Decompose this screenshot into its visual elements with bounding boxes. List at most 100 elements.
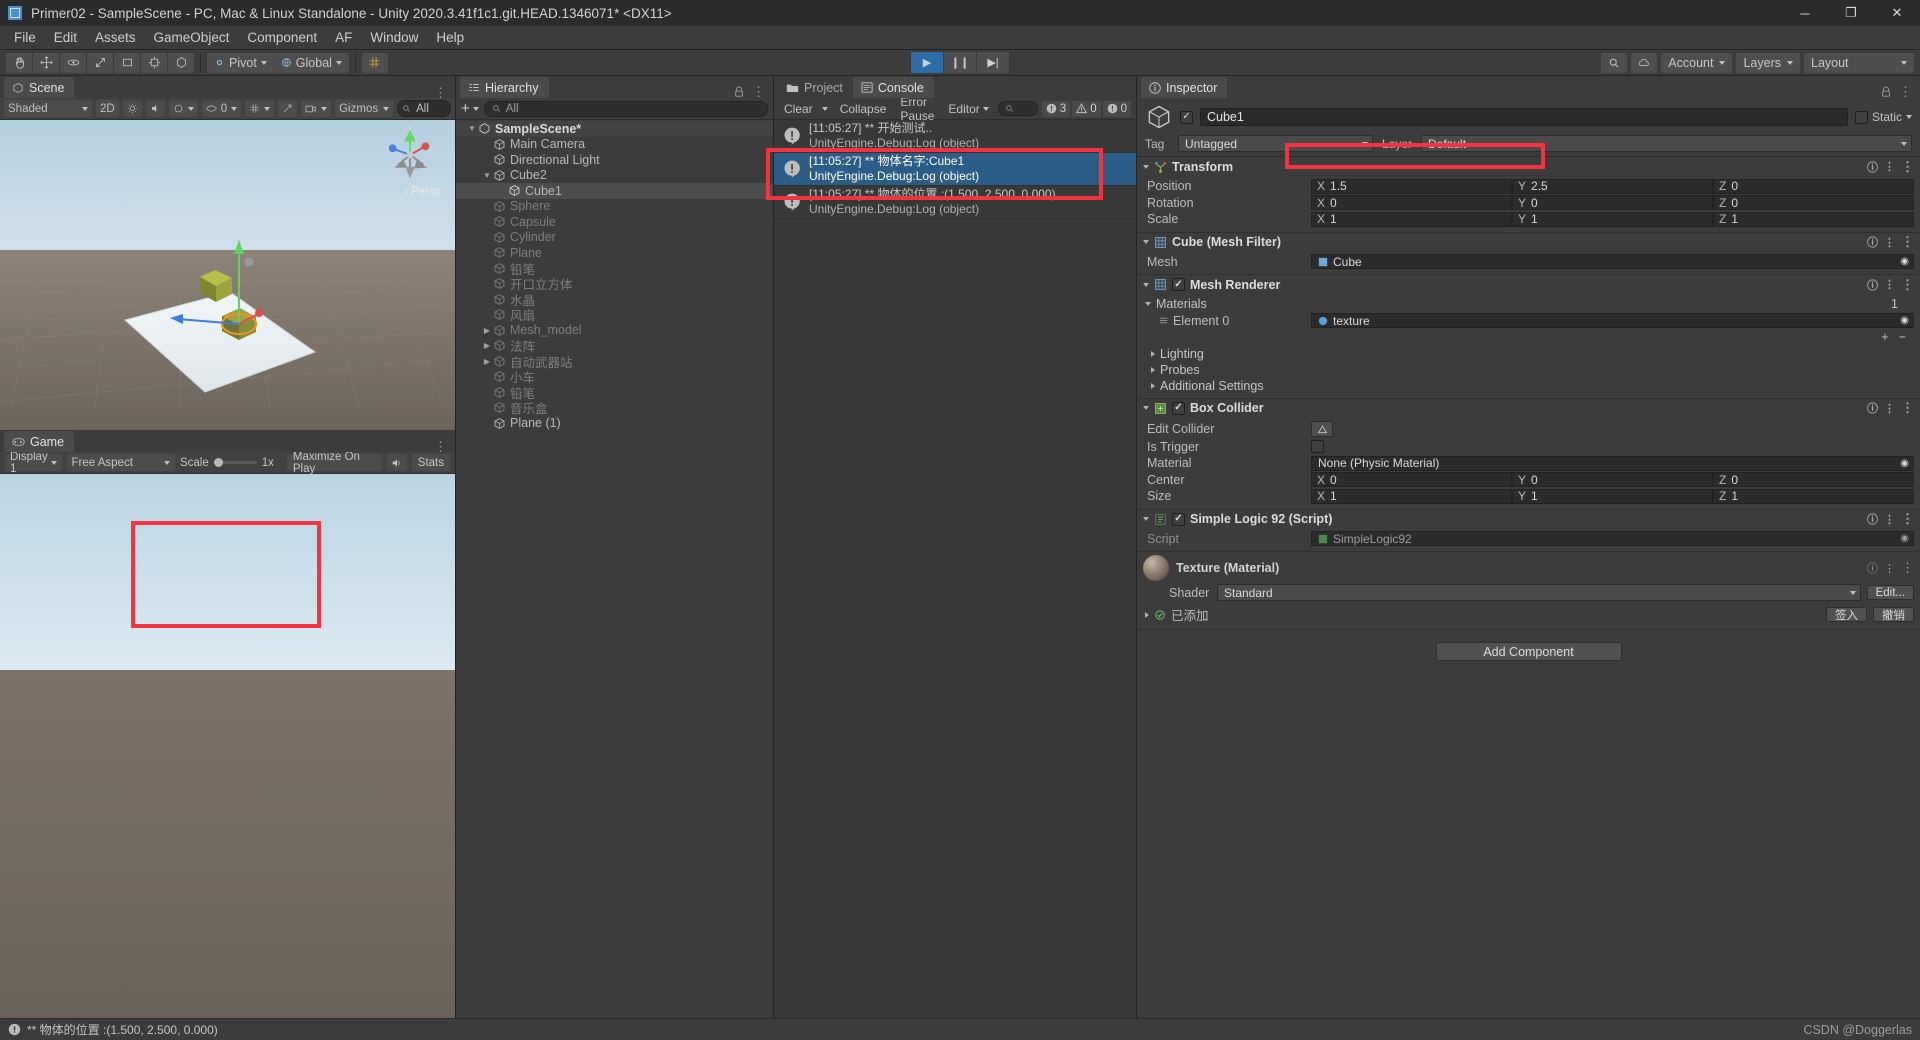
scene-tools-icon[interactable] xyxy=(278,100,298,117)
is-trigger-checkbox[interactable] xyxy=(1311,440,1324,454)
console-search-input[interactable] xyxy=(997,101,1038,116)
display-dropdown[interactable]: Display 1 xyxy=(5,451,62,475)
hierarchy-item[interactable]: 铅笔 xyxy=(456,261,773,277)
collapse-button[interactable]: Collapse xyxy=(835,100,892,117)
drag-handle-icon[interactable] xyxy=(1159,316,1168,325)
box-collider-header[interactable]: ✓ Box Collider ⓘ ⋮ ⋮ xyxy=(1137,398,1920,418)
object-active-checkbox[interactable]: ✓ xyxy=(1180,110,1193,124)
help-icon[interactable]: ⓘ xyxy=(1867,277,1878,293)
mesh-renderer-header[interactable]: ✓ Mesh Renderer ⓘ ⋮ ⋮ xyxy=(1137,275,1920,294)
hierarchy-item[interactable]: 水晶 xyxy=(456,292,773,308)
camera-dropdown[interactable] xyxy=(301,100,332,117)
hierarchy-item[interactable]: Plane (1) xyxy=(456,416,773,432)
object-picker-icon[interactable]: ◉ xyxy=(1900,458,1909,469)
size-y-field[interactable]: Y1 xyxy=(1512,488,1713,504)
foldout-icon[interactable] xyxy=(1143,517,1149,521)
scene-tab-options[interactable]: ⋮ xyxy=(434,86,455,99)
script-header[interactable]: ✓ Simple Logic 92 (Script) ⓘ ⋮ ⋮ xyxy=(1137,509,1920,529)
object-picker-icon[interactable]: ◉ xyxy=(1900,315,1909,326)
rotation-x-field[interactable]: X0 xyxy=(1311,195,1512,211)
menu-window[interactable]: Window xyxy=(361,27,427,48)
hierarchy-item[interactable]: ▼ Cube2 xyxy=(456,168,773,184)
cloud-icon[interactable] xyxy=(1631,52,1658,73)
editor-dropdown[interactable]: Editor xyxy=(943,100,993,117)
material-header[interactable]: Texture (Material) ⓘ ⋮ ⋮ xyxy=(1137,552,1920,584)
tab-hierarchy[interactable]: Hierarchy xyxy=(460,77,549,98)
mute-audio-icon[interactable] xyxy=(386,454,407,471)
kebab-menu-icon[interactable]: ⋮ xyxy=(752,85,765,98)
tag-dropdown[interactable]: Untagged xyxy=(1178,135,1373,152)
rotation-y-field[interactable]: Y0 xyxy=(1512,195,1713,211)
hierarchy-item[interactable]: Cube1 xyxy=(456,183,773,199)
position-z-field[interactable]: Z0 xyxy=(1713,178,1914,194)
custom-tool-icon[interactable] xyxy=(168,52,194,73)
rect-tool-icon[interactable] xyxy=(114,52,140,73)
kebab-menu-icon[interactable]: ⋮ xyxy=(434,86,447,99)
object-picker-icon[interactable]: ◉ xyxy=(1900,256,1909,267)
audio-toggle-icon[interactable] xyxy=(145,100,165,117)
foldout-icon[interactable] xyxy=(1151,366,1155,373)
scene-orientation-gizmo[interactable]: y x z xyxy=(381,126,439,184)
hierarchy-item[interactable]: 音乐盒 xyxy=(456,400,773,416)
script-object-field[interactable]: SimpleLogic92 ◉ xyxy=(1311,531,1914,547)
add-component-button[interactable]: Add Component xyxy=(1435,642,1622,661)
hierarchy-item[interactable]: ▶ 法阵 xyxy=(456,338,773,354)
tab-game[interactable]: Game xyxy=(4,431,75,452)
fx-dropdown[interactable] xyxy=(168,100,198,117)
static-toggle[interactable]: Static xyxy=(1854,110,1912,124)
remove-material-button[interactable]: − xyxy=(1899,330,1906,344)
help-icon[interactable]: ⓘ xyxy=(1867,234,1878,250)
object-picker-icon[interactable]: ◉ xyxy=(1900,533,1909,544)
foldout-icon[interactable] xyxy=(1143,240,1149,244)
preset-icon[interactable]: ⋮ xyxy=(1884,562,1895,575)
foldout-icon[interactable] xyxy=(1151,350,1155,357)
add-gameobject-button[interactable]: + xyxy=(461,101,479,116)
shading-mode-dropdown[interactable]: Shaded xyxy=(4,100,92,117)
maximize-on-play-toggle[interactable]: Maximize On Play xyxy=(286,451,382,475)
console-log-list[interactable]: [11:05:27] ** 开始测试.. UnityEngine.Debug:Lo… xyxy=(774,120,1136,1018)
maximize-button[interactable]: ❐ xyxy=(1828,0,1874,26)
revoke-button[interactable]: 撤销 xyxy=(1873,607,1914,622)
hierarchy-item[interactable]: 小车 xyxy=(456,369,773,385)
hand-tool-icon[interactable] xyxy=(6,52,32,73)
error-count[interactable]: 0 xyxy=(1102,100,1131,117)
foldout-icon[interactable]: ▶ xyxy=(481,326,493,335)
lighting-foldout[interactable]: Lighting xyxy=(1143,346,1914,362)
tab-inspector[interactable]: Inspector xyxy=(1141,77,1228,98)
kebab-menu-icon[interactable]: ⋮ xyxy=(1901,401,1914,414)
log-count[interactable]: 3 xyxy=(1041,100,1071,117)
foldout-icon[interactable]: ▼ xyxy=(466,124,478,133)
hierarchy-item[interactable]: 风扇 xyxy=(456,307,773,323)
center-y-field[interactable]: Y0 xyxy=(1512,472,1713,488)
kebab-menu-icon[interactable]: ⋮ xyxy=(1901,160,1914,173)
static-checkbox[interactable] xyxy=(1854,110,1868,124)
shader-dropdown[interactable]: Standard xyxy=(1217,584,1861,601)
probes-foldout[interactable]: Probes xyxy=(1143,362,1914,378)
hierarchy-item[interactable]: 铅笔 xyxy=(456,385,773,401)
snap-grid-icon[interactable] xyxy=(361,52,388,73)
kebab-menu-icon[interactable]: ⋮ xyxy=(1901,512,1914,525)
additional-settings-foldout[interactable]: Additional Settings xyxy=(1143,378,1914,394)
rotate-tool-icon[interactable] xyxy=(60,52,86,73)
foldout-icon[interactable] xyxy=(1145,302,1151,307)
center-x-field[interactable]: X0 xyxy=(1311,472,1512,488)
foldout-icon[interactable] xyxy=(1151,382,1155,389)
hierarchy-item[interactable]: ▶ Mesh_model xyxy=(456,323,773,339)
tab-scene[interactable]: Scene xyxy=(4,77,75,98)
step-button[interactable]: ▶| xyxy=(977,52,1009,73)
help-icon[interactable]: ⓘ xyxy=(1867,560,1878,576)
scale-y-field[interactable]: Y1 xyxy=(1512,211,1713,227)
help-icon[interactable]: ⓘ xyxy=(1867,400,1878,416)
mesh-renderer-enabled-checkbox[interactable]: ✓ xyxy=(1172,278,1185,291)
menu-help[interactable]: Help xyxy=(427,27,473,48)
physic-material-field[interactable]: None (Physic Material) ◉ xyxy=(1311,455,1914,471)
move-tool-icon[interactable] xyxy=(33,52,59,73)
account-dropdown[interactable]: Account xyxy=(1661,52,1733,73)
menu-edit[interactable]: Edit xyxy=(45,27,86,48)
script-enabled-checkbox[interactable]: ✓ xyxy=(1172,512,1185,526)
hierarchy-item[interactable]: Plane xyxy=(456,245,773,261)
scale-x-field[interactable]: X1 xyxy=(1311,211,1512,227)
tab-console[interactable]: Console xyxy=(852,77,934,98)
sign-button[interactable]: 签入 xyxy=(1826,607,1867,622)
scene-viewport[interactable]: y x z ‹ Persp xyxy=(0,120,455,430)
